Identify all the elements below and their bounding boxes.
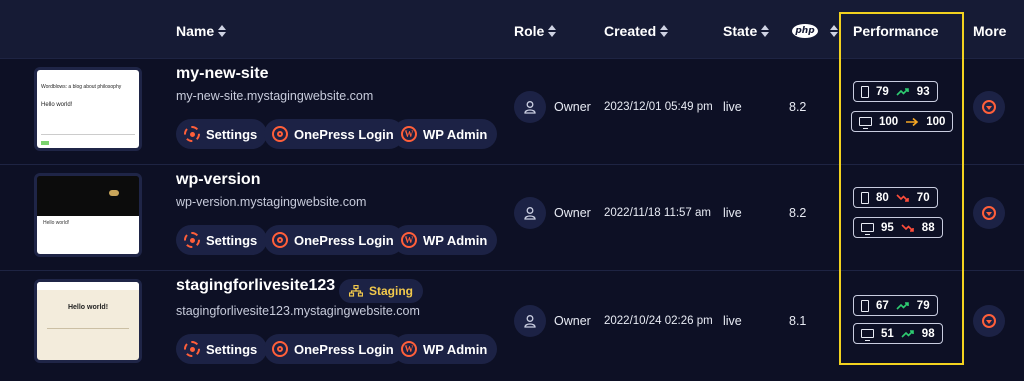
- trend-up-icon: [896, 301, 909, 310]
- chevron-down-icon: [982, 206, 996, 220]
- chevron-down-icon: [982, 314, 996, 328]
- arrow-right-icon: [906, 117, 919, 126]
- created-date: 2022/11/18 11:57 am: [604, 207, 711, 219]
- sort-icon[interactable]: [830, 25, 838, 37]
- site-name[interactable]: stagingforlivesite123: [176, 277, 335, 295]
- role-label: Owner: [554, 100, 591, 114]
- perf-mobile-score[interactable]: 79 93: [853, 81, 938, 102]
- state-label: live: [723, 100, 742, 114]
- column-state[interactable]: State: [723, 22, 770, 40]
- created-date: 2022/10/24 02:26 pm: [604, 315, 713, 327]
- table-header: Name Role Created State php Performance …: [0, 0, 1024, 58]
- staging-badge: Staging: [339, 279, 423, 303]
- site-name[interactable]: my-new-site: [176, 65, 268, 83]
- php-version: 8.1: [789, 314, 807, 328]
- settings-button[interactable]: Settings: [176, 334, 268, 364]
- php-version: 8.2: [789, 206, 807, 220]
- fingerprint-icon: [272, 341, 288, 357]
- mobile-icon: [861, 299, 869, 312]
- mobile-icon: [861, 85, 869, 98]
- user-icon: [514, 305, 546, 337]
- more-dropdown-button[interactable]: [973, 305, 1005, 337]
- more-dropdown-button[interactable]: [973, 197, 1005, 229]
- desktop-icon: [859, 117, 872, 129]
- site-thumbnail[interactable]: Hello world!: [34, 279, 142, 363]
- fingerprint-icon: [272, 232, 288, 248]
- wp-admin-button[interactable]: W WP Admin: [393, 225, 498, 255]
- role-label: Owner: [554, 314, 591, 328]
- column-php[interactable]: php: [792, 22, 838, 40]
- column-performance: Performance: [853, 23, 939, 39]
- site-thumbnail[interactable]: Hello world!: [34, 173, 142, 257]
- user-icon: [514, 91, 546, 123]
- sort-icon[interactable]: [218, 25, 227, 37]
- sitemap-icon: [349, 285, 363, 297]
- gear-icon: [184, 341, 200, 357]
- site-url[interactable]: my-new-site.mystagingwebsite.com: [176, 89, 373, 103]
- trend-up-icon: [896, 87, 909, 96]
- perf-mobile-score[interactable]: 67 79: [853, 295, 938, 316]
- site-url[interactable]: stagingforlivesite123.mystagingwebsite.c…: [176, 304, 420, 318]
- column-role[interactable]: Role: [514, 22, 557, 40]
- created-date: 2023/12/01 05:49 pm: [604, 101, 713, 113]
- settings-button[interactable]: Settings: [176, 119, 268, 149]
- site-url[interactable]: wp-version.mystagingwebsite.com: [176, 195, 366, 209]
- perf-desktop-score[interactable]: 100 100: [851, 111, 954, 132]
- mobile-icon: [861, 191, 869, 204]
- user-icon: [514, 197, 546, 229]
- role-label: Owner: [554, 206, 591, 220]
- more-dropdown-button[interactable]: [973, 91, 1005, 123]
- table-row: Hello world! stagingforlivesite123 Stagi…: [0, 270, 1024, 381]
- site-thumbnail[interactable]: Wordblows: a blog about philosophy Hello…: [34, 67, 142, 151]
- sort-icon[interactable]: [548, 25, 557, 37]
- trend-down-icon: [901, 223, 914, 232]
- settings-button[interactable]: Settings: [176, 225, 268, 255]
- gear-icon: [184, 126, 200, 142]
- sort-icon[interactable]: [761, 25, 770, 37]
- perf-mobile-score[interactable]: 80 70: [853, 187, 938, 208]
- table-row: Hello world! wp-version wp-version.mysta…: [0, 164, 1024, 271]
- fingerprint-icon: [272, 126, 288, 142]
- wordpress-icon: W: [401, 341, 417, 357]
- desktop-icon: [861, 329, 874, 341]
- gear-icon: [184, 232, 200, 248]
- column-name[interactable]: Name: [176, 22, 227, 40]
- state-label: live: [723, 206, 742, 220]
- onepress-login-button[interactable]: OnePress Login: [264, 225, 404, 255]
- desktop-icon: [861, 223, 874, 235]
- site-name[interactable]: wp-version: [176, 171, 260, 189]
- php-version: 8.2: [789, 100, 807, 114]
- chevron-down-icon: [982, 100, 996, 114]
- wp-admin-button[interactable]: W WP Admin: [393, 119, 498, 149]
- wordpress-icon: W: [401, 232, 417, 248]
- perf-desktop-score[interactable]: 51 98: [853, 323, 943, 344]
- sort-icon[interactable]: [660, 25, 669, 37]
- php-logo-icon: php: [792, 24, 818, 38]
- onepress-login-button[interactable]: OnePress Login: [264, 119, 404, 149]
- trend-down-icon: [896, 193, 909, 202]
- state-label: live: [723, 314, 742, 328]
- wordpress-icon: W: [401, 126, 417, 142]
- perf-desktop-score[interactable]: 95 88: [853, 217, 943, 238]
- onepress-login-button[interactable]: OnePress Login: [264, 334, 404, 364]
- table-row: Wordblows: a blog about philosophy Hello…: [0, 58, 1024, 165]
- trend-up-icon: [901, 329, 914, 338]
- column-created[interactable]: Created: [604, 22, 669, 40]
- column-more: More: [973, 23, 1007, 39]
- wp-admin-button[interactable]: W WP Admin: [393, 334, 498, 364]
